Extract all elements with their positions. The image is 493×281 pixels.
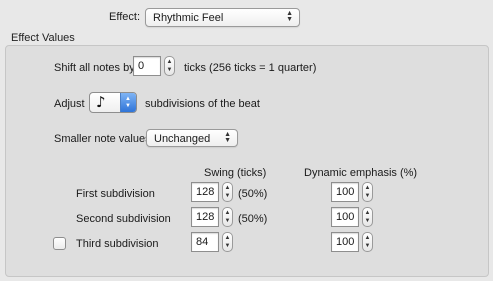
stepper-up-icon: ▲: [224, 210, 231, 216]
first-swing-field[interactable]: 128: [191, 182, 219, 202]
stepper-up-icon: ▲: [166, 59, 173, 65]
emphasis-column-header: Dynamic emphasis (%): [304, 167, 418, 179]
adjust-suffix: subdivisions of the beat: [145, 98, 260, 110]
first-subdivision-label: First subdivision: [76, 188, 155, 200]
effect-values-title: Effect Values: [11, 32, 75, 44]
stepper-down-icon: ▼: [364, 243, 371, 249]
second-swing-value: 128: [196, 211, 215, 223]
second-subdivision-label: Second subdivision: [76, 213, 171, 225]
subdivision-note-popup[interactable]: ♪ ▲ ▼: [89, 92, 137, 113]
smaller-note-label: Smaller note values:: [54, 133, 154, 145]
first-emphasis-value: 100: [336, 186, 355, 198]
first-swing-stepper[interactable]: ▲ ▼: [222, 182, 233, 202]
up-down-arrows-icon: ▲ ▼: [286, 10, 293, 23]
third-swing-field[interactable]: 84: [191, 232, 219, 252]
effect-popup[interactable]: Rhythmic Feel ▲ ▼: [145, 8, 300, 27]
first-emphasis-field[interactable]: 100: [331, 182, 359, 202]
stepper-up-icon: ▲: [224, 235, 231, 241]
smaller-note-popup[interactable]: Unchanged ▲ ▼: [146, 129, 238, 147]
up-down-arrows-icon: ▲ ▼: [120, 93, 136, 112]
second-swing-stepper[interactable]: ▲ ▼: [222, 207, 233, 227]
stepper-up-icon: ▲: [364, 235, 371, 241]
third-subdivision-checkbox[interactable]: [53, 237, 66, 250]
stepper-up-icon: ▲: [364, 210, 371, 216]
third-swing-stepper[interactable]: ▲ ▼: [222, 232, 233, 252]
third-swing-value: 84: [196, 236, 209, 248]
second-swing-field[interactable]: 128: [191, 207, 219, 227]
smaller-note-popup-value: Unchanged: [154, 133, 211, 145]
shift-ticks-field[interactable]: 0: [133, 56, 161, 76]
stepper-down-icon: ▼: [166, 67, 173, 73]
effect-popup-value: Rhythmic Feel: [153, 12, 224, 24]
third-subdivision-label: Third subdivision: [76, 238, 159, 250]
stepper-down-icon: ▼: [224, 218, 231, 224]
first-emphasis-stepper[interactable]: ▲ ▼: [362, 182, 373, 202]
adjust-label: Adjust: [54, 98, 85, 110]
first-swing-percent: (50%): [238, 188, 268, 200]
third-emphasis-stepper[interactable]: ▲ ▼: [362, 232, 373, 252]
stepper-down-icon: ▼: [364, 218, 371, 224]
stepper-up-icon: ▲: [224, 185, 231, 191]
swing-column-header: Swing (ticks): [204, 167, 267, 179]
second-emphasis-field[interactable]: 100: [331, 207, 359, 227]
effect-label: Effect:: [109, 11, 140, 23]
first-swing-value: 128: [196, 186, 215, 198]
stepper-down-icon: ▼: [224, 243, 231, 249]
shift-ticks-stepper[interactable]: ▲ ▼: [164, 56, 175, 76]
shift-suffix: ticks (256 ticks = 1 quarter): [184, 62, 317, 74]
third-emphasis-field[interactable]: 100: [331, 232, 359, 252]
stepper-down-icon: ▼: [224, 193, 231, 199]
shift-ticks-value: 0: [138, 60, 145, 72]
shift-label: Shift all notes by: [54, 62, 135, 74]
stepper-down-icon: ▼: [364, 193, 371, 199]
eighth-note-icon: ♪: [96, 93, 106, 111]
second-emphasis-value: 100: [336, 211, 355, 223]
second-emphasis-stepper[interactable]: ▲ ▼: [362, 207, 373, 227]
up-down-arrows-icon: ▲ ▼: [224, 131, 231, 144]
stepper-up-icon: ▲: [364, 185, 371, 191]
third-emphasis-value: 100: [336, 236, 355, 248]
second-swing-percent: (50%): [238, 213, 268, 225]
